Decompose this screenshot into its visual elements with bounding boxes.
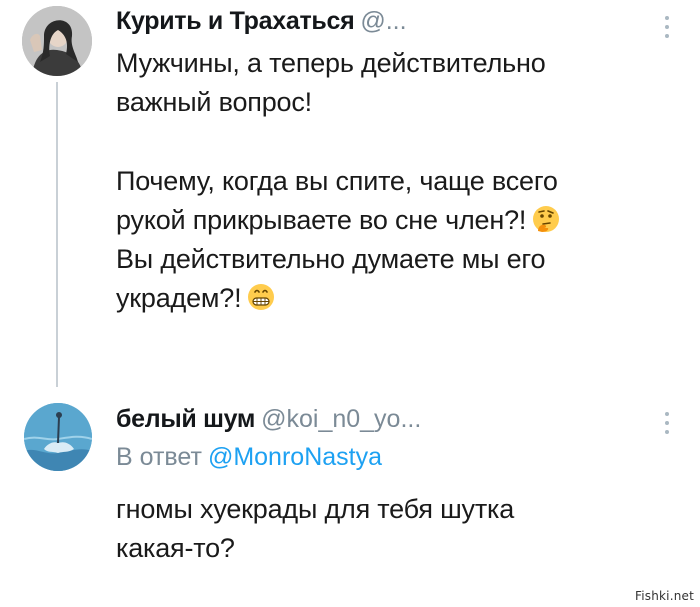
- tweet-text-line-with-emoji: рукой прикрываете во сне член?!: [116, 201, 560, 240]
- tweet-text: гномы хуекрады для тебя шутка какая-то?: [116, 490, 514, 568]
- author-name[interactable]: Курить и Трахаться: [116, 7, 355, 35]
- tweet-text-line-with-emoji: украдем?!: [116, 279, 560, 318]
- thread-line: [56, 82, 58, 387]
- tweet-text-paragraph-1: Мужчины, а теперь действительно важный в…: [116, 44, 546, 122]
- reply-prefix: В ответ: [116, 443, 202, 471]
- more-options-icon[interactable]: [664, 16, 670, 38]
- tweet-header: белый шум @koi_n0_yo...: [116, 404, 421, 434]
- tweet-text-paragraph-2: Почему, когда вы спите, чаще всего рукой…: [116, 162, 560, 318]
- tweet-text-line: Вы действительно думаете мы его: [116, 244, 546, 274]
- tweet-text-line: Почему, когда вы спите, чаще всего: [116, 166, 558, 196]
- tweet[interactable]: Курить и Трахаться @... Мужчины, а теперь…: [0, 0, 700, 387]
- tweet-text-line: важный вопрос!: [116, 87, 312, 117]
- watermark: Fishki.net: [634, 589, 694, 603]
- more-options-icon[interactable]: [664, 412, 670, 434]
- thinking-face-icon: [532, 205, 560, 233]
- author-name[interactable]: белый шум: [116, 405, 255, 433]
- avatar[interactable]: [24, 403, 92, 471]
- avatar-photo: [24, 403, 92, 471]
- tweet-text-fragment: рукой прикрываете во сне член?!: [116, 205, 527, 235]
- tweet-text-fragment: украдем?!: [116, 283, 242, 313]
- author-handle[interactable]: @koi_n0_yo...: [261, 405, 421, 433]
- reply-handle-link[interactable]: @MonroNastya: [208, 443, 382, 471]
- tweet-header: Курить и Трахаться @...: [116, 6, 407, 36]
- tweet-text-line: какая-то?: [116, 533, 235, 563]
- reply-tweet[interactable]: белый шум @koi_n0_yo... В ответ @MonroNast…: [0, 380, 700, 607]
- tweet-text-line: Мужчины, а теперь действительно: [116, 48, 546, 78]
- reply-context: В ответ @MonroNastya: [116, 442, 382, 472]
- grimacing-face-icon: [247, 283, 275, 311]
- avatar-photo: [22, 6, 92, 76]
- avatar[interactable]: [22, 6, 92, 76]
- author-handle[interactable]: @...: [360, 7, 406, 35]
- tweet-text-line: гномы хуекрады для тебя шутка: [116, 494, 515, 524]
